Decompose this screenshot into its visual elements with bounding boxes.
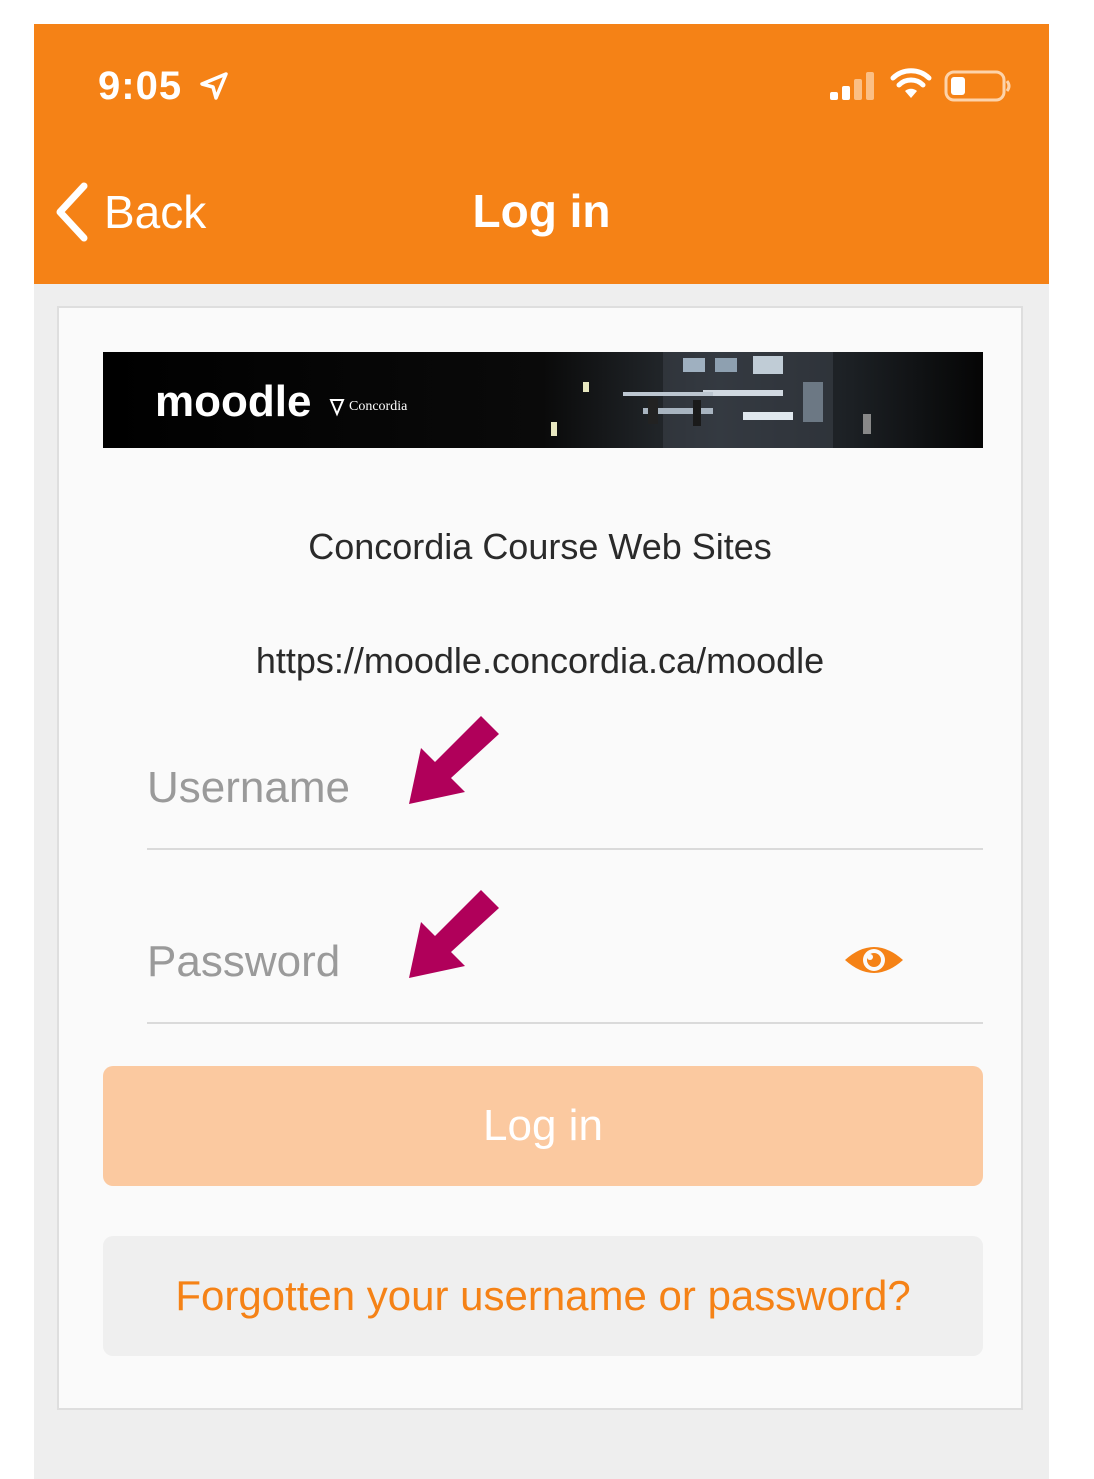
forgot-credentials-button[interactable]: Forgotten your username or password?: [103, 1236, 983, 1356]
concordia-logo-text: Concordia: [349, 399, 408, 414]
site-url: https://moodle.concordia.ca/moodle: [255, 640, 825, 681]
moodle-logo-text: moodle: [155, 377, 311, 426]
signal-icon: [830, 72, 874, 100]
page-title: Log in: [472, 185, 611, 237]
site-name: Concordia Course Web Sites: [308, 526, 772, 567]
status-time-label: 9:05: [98, 64, 183, 108]
annotation-arrow-username: [409, 716, 499, 804]
eye-icon[interactable]: [843, 940, 905, 980]
forgot-credentials-label: Forgotten your username or password?: [175, 1272, 911, 1319]
site-banner: moodle Concordia: [103, 352, 983, 448]
login-card: moodle Concordia Concordia Course Web Si…: [57, 306, 1023, 1410]
login-button-label: Log in: [483, 1101, 603, 1150]
location-arrow-icon: [200, 72, 228, 100]
wifi-icon: [890, 68, 932, 98]
status-time: 9:05: [98, 64, 182, 109]
annotation-arrow-password: [409, 890, 499, 978]
app-header: 9:05 Back Log in: [34, 24, 1049, 284]
battery-icon: [944, 70, 1011, 102]
login-button[interactable]: Log in: [103, 1066, 983, 1186]
banner-image: moodle Concordia: [103, 352, 983, 448]
app-screen: 9:05 Back Log in moodle Concordia Concor…: [34, 24, 1049, 1479]
username-field: [147, 716, 983, 850]
password-field: [147, 890, 983, 1024]
